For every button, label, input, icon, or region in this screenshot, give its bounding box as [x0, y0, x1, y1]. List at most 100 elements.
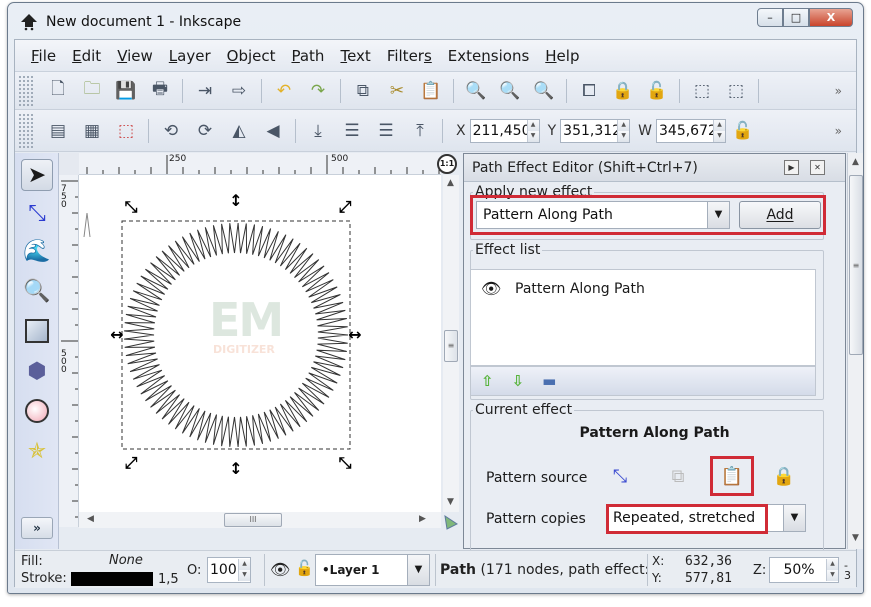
stroke-width[interactable]: 1,5 [158, 572, 179, 587]
new-document-icon[interactable]: 🗋 [45, 78, 71, 104]
copy-path-icon[interactable]: ⧉ [664, 462, 692, 490]
menu-text[interactable]: Text [332, 47, 378, 65]
menu-extensions[interactable]: Extensions [440, 47, 537, 65]
menu-help[interactable]: Help [537, 47, 587, 65]
toolbar-overflow-button[interactable]: » [835, 124, 842, 138]
clone-icon[interactable]: 🔒 [610, 78, 636, 104]
raise-to-top-icon[interactable]: ⤒ [407, 118, 433, 144]
spin-down-button[interactable]: ▼ [827, 570, 838, 581]
zoom-selection-icon[interactable]: 🔍 [463, 78, 489, 104]
spin-up-button[interactable]: ▲ [714, 119, 725, 131]
menu-view[interactable]: View [109, 47, 161, 65]
y-input[interactable] [561, 119, 618, 142]
3d-box-tool-icon[interactable]: ⬢ [21, 355, 53, 387]
layer-lock-icon[interactable]: 🔓 [295, 559, 314, 577]
undo-icon[interactable]: ↶ [271, 78, 297, 104]
close-button[interactable]: X [809, 8, 853, 27]
spin-down-button[interactable]: ▼ [527, 130, 539, 142]
panel-close-button[interactable]: ✕ [810, 160, 825, 175]
pattern-copies-dropdown[interactable]: Repeated, stretched ▼ [606, 504, 806, 532]
import-icon[interactable]: ⇥ [192, 78, 218, 104]
add-effect-button[interactable]: Add [739, 201, 821, 229]
redo-icon[interactable]: ↷ [305, 78, 331, 104]
scrollbar-thumb[interactable]: ≡ [849, 175, 863, 355]
print-icon[interactable]: 🖶 [147, 78, 173, 104]
toolbar-grip[interactable] [18, 113, 34, 148]
toolbar-grip[interactable] [18, 75, 34, 106]
scale-handle-icon[interactable]: ↔ [110, 325, 123, 344]
spin-down-button[interactable]: ▼ [714, 130, 725, 142]
chevron-down-icon[interactable]: ▼ [707, 202, 729, 228]
pattern-source-path[interactable] [83, 212, 91, 238]
scroll-right-arrow[interactable]: ▶ [419, 514, 426, 524]
scale-handle-icon[interactable]: ↕ [229, 459, 242, 478]
toolbox-overflow-button[interactable]: » [21, 517, 53, 539]
zoom-drawing-icon[interactable]: 🔍 [497, 78, 523, 104]
spin-down-button[interactable]: ▼ [239, 570, 250, 581]
horizontal-ruler[interactable]: 250 500 [79, 153, 441, 175]
layer-dropdown[interactable]: •Layer 1 ▼ [315, 554, 430, 586]
lower-icon[interactable]: ☰ [339, 118, 365, 144]
menu-object[interactable]: Object [219, 47, 284, 65]
zoom-tool-icon[interactable]: 🔍 [21, 275, 53, 307]
canvas-vertical-scrollbar[interactable]: ▲ ≡ ▼ [443, 175, 459, 512]
lower-to-bottom-icon[interactable]: ⤓ [305, 118, 331, 144]
panel-iconify-button[interactable]: ▶ [784, 160, 799, 175]
effect-list[interactable]: 👁 Pattern Along Path [470, 269, 816, 366]
edit-on-canvas-icon[interactable]: ⤡ [606, 462, 634, 490]
visibility-eye-icon[interactable]: 👁 [481, 279, 503, 298]
vertical-ruler[interactable]: 750 500 [59, 175, 79, 527]
menu-edit[interactable]: Edit [64, 47, 109, 65]
deselect-icon[interactable]: ⬚ [113, 118, 139, 144]
scrollbar-thumb[interactable]: III [224, 513, 282, 527]
scale-handle-icon[interactable]: ⤢ [339, 197, 353, 216]
title-bar[interactable]: New document 1 - Inkscape – □ X [8, 3, 863, 39]
rectangle-tool-icon[interactable] [21, 315, 53, 347]
zoom-spinbox[interactable]: ▲▼ [769, 557, 839, 583]
flip-horizontal-icon[interactable]: ◭ [226, 118, 252, 144]
y-spinbox[interactable]: ▲▼ [560, 118, 631, 143]
spin-down-button[interactable]: ▼ [618, 130, 630, 142]
tweak-tool-icon[interactable]: 🌊 [21, 235, 53, 267]
rotate-ccw-icon[interactable]: ⟲ [158, 118, 184, 144]
rotate-cw-icon[interactable]: ⟳ [192, 118, 218, 144]
stroke-color-swatch[interactable] [71, 572, 153, 586]
zoom-input[interactable] [770, 559, 826, 581]
scale-handle-icon[interactable]: ⤡ [339, 453, 352, 472]
panel-vertical-scrollbar[interactable]: ▲ ≡ ▼ [847, 153, 863, 549]
w-spinbox[interactable]: ▲▼ [656, 118, 726, 143]
group-icon[interactable]: ⬚ [689, 78, 715, 104]
node-tool-icon[interactable]: ⤡ [21, 197, 53, 229]
drawing-canvas[interactable]: ⤡ ↕ ⤢ ↔ ↔ ⤢ ↕ ⤡ EM DIGITIZER [79, 175, 441, 512]
spin-up-button[interactable]: ▲ [618, 119, 630, 131]
select-all-layers-icon[interactable]: ▦ [79, 118, 105, 144]
layer-visibility-eye-icon[interactable]: 👁 [270, 560, 290, 579]
effect-type-dropdown[interactable]: Pattern Along Path ▼ [476, 201, 730, 229]
opacity-input[interactable] [208, 559, 238, 581]
spin-up-button[interactable]: ▲ [239, 559, 250, 570]
copy-icon[interactable]: ⧉ [350, 78, 376, 104]
scroll-up-arrow[interactable]: ▲ [447, 178, 454, 188]
menu-filters[interactable]: Filters [379, 47, 440, 65]
paste-icon[interactable]: 📋 [418, 78, 444, 104]
duplicate-icon[interactable]: ⧠ [576, 78, 602, 104]
canvas-horizontal-scrollbar[interactable]: ◀ III ▶ [79, 512, 441, 528]
color-management-icon[interactable] [443, 514, 459, 530]
scroll-up-arrow[interactable]: ▲ [852, 157, 859, 167]
fill-value[interactable]: None [109, 553, 143, 568]
toolbar-overflow-button[interactable]: » [835, 84, 842, 98]
menu-file[interactable]: File [23, 47, 64, 65]
remove-effect-icon[interactable]: ▬ [542, 372, 556, 390]
ungroup-icon[interactable]: ⬚ [723, 78, 749, 104]
open-icon[interactable]: 🗀 [79, 78, 105, 104]
scale-handle-icon[interactable]: ↔ [348, 325, 361, 344]
scroll-down-arrow[interactable]: ▼ [447, 497, 454, 507]
scale-handle-icon[interactable]: ⤢ [125, 453, 139, 472]
w-input[interactable] [657, 119, 713, 142]
list-item[interactable]: 👁 Pattern Along Path [481, 279, 645, 298]
chevron-down-icon[interactable]: ▼ [783, 505, 805, 531]
paste-path-icon[interactable]: 📋 [718, 462, 746, 490]
lock-ratio-icon[interactable]: 🔓 [730, 118, 756, 144]
move-up-icon[interactable]: ⇧ [481, 372, 494, 390]
scale-handle-icon[interactable]: ↕ [229, 191, 242, 210]
